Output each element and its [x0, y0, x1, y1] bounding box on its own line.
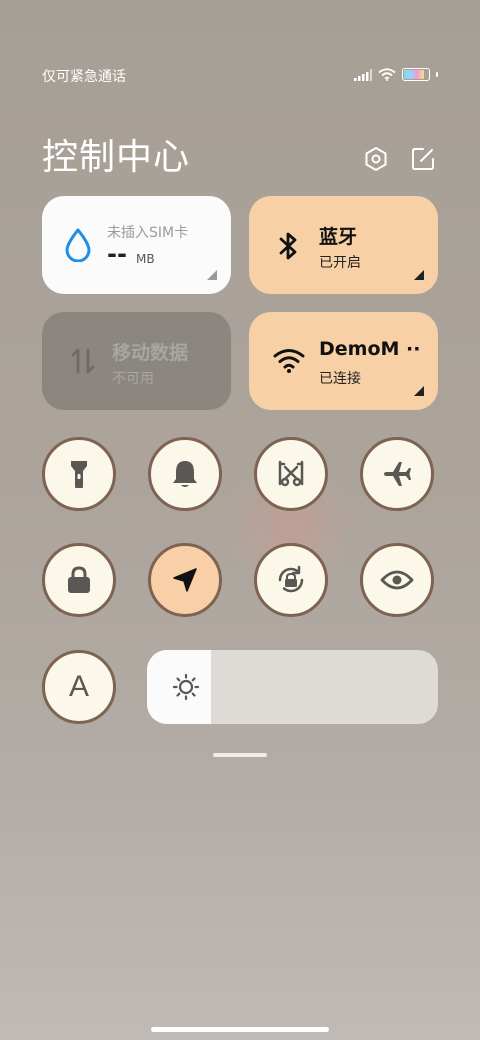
edit-icon[interactable] — [410, 146, 436, 172]
screenshot-toggle[interactable] — [254, 437, 328, 511]
page-title: 控制中心 — [42, 137, 191, 178]
flashlight-icon — [71, 461, 87, 488]
airplane-toggle[interactable] — [360, 437, 434, 511]
wifi-icon — [273, 349, 305, 373]
lock-icon — [68, 566, 90, 593]
bell-icon — [173, 461, 197, 487]
wifi-tile[interactable]: DemoM ·· 已连接 — [249, 312, 438, 410]
silent-toggle[interactable] — [148, 437, 222, 511]
status-bar: 仅可紧急通话 — [42, 66, 438, 88]
sim-data-tile[interactable]: 未插入SIM卡 -- MB — [42, 196, 231, 294]
sim-status-label: 未插入SIM卡 — [107, 225, 189, 241]
carrier-text: 仅可紧急通话 — [42, 69, 126, 85]
mobile-data-tile[interactable]: 移动数据 不可用 — [42, 312, 231, 410]
font-a-icon: A — [68, 670, 89, 703]
battery-fill — [404, 70, 424, 79]
wifi-icon — [378, 68, 396, 81]
bluetooth-icon — [279, 232, 297, 260]
status-icons — [354, 68, 438, 81]
battery-tip — [436, 72, 438, 77]
water-drop-icon — [65, 228, 91, 262]
bluetooth-tile[interactable]: 蓝牙 已开启 — [249, 196, 438, 294]
expand-corner-icon[interactable] — [414, 270, 424, 280]
settings-icon[interactable] — [363, 146, 389, 172]
eye-icon — [380, 570, 414, 590]
location-arrow-icon — [173, 568, 197, 592]
bluetooth-title: 蓝牙 — [319, 226, 358, 248]
rotation-lock-icon — [278, 565, 304, 593]
mobile-data-title: 移动数据 — [112, 342, 189, 364]
mobile-data-status: 不可用 — [112, 371, 154, 387]
data-usage-value: -- — [107, 240, 127, 268]
rotation-lock-toggle[interactable] — [254, 543, 328, 617]
home-indicator[interactable] — [151, 1027, 329, 1032]
scissors-icon — [278, 460, 304, 487]
font-size-toggle[interactable]: A — [42, 650, 116, 724]
brightness-slider[interactable] — [147, 650, 438, 724]
lock-screen-toggle[interactable] — [42, 543, 116, 617]
collapse-handle[interactable] — [213, 753, 267, 757]
battery-icon — [402, 68, 430, 81]
expand-corner-icon[interactable] — [414, 386, 424, 396]
data-usage-unit: MB — [136, 252, 155, 266]
wifi-network-name: DemoM ·· — [319, 338, 421, 360]
reading-mode-toggle[interactable] — [360, 543, 434, 617]
airplane-icon — [384, 462, 411, 486]
flashlight-toggle[interactable] — [42, 437, 116, 511]
expand-corner-icon — [207, 270, 217, 280]
data-arrows-icon — [71, 348, 95, 374]
bluetooth-status: 已开启 — [319, 255, 361, 271]
signal-icon — [354, 68, 372, 81]
wifi-status: 已连接 — [319, 371, 361, 387]
location-toggle[interactable] — [148, 543, 222, 617]
sun-icon — [172, 673, 200, 701]
